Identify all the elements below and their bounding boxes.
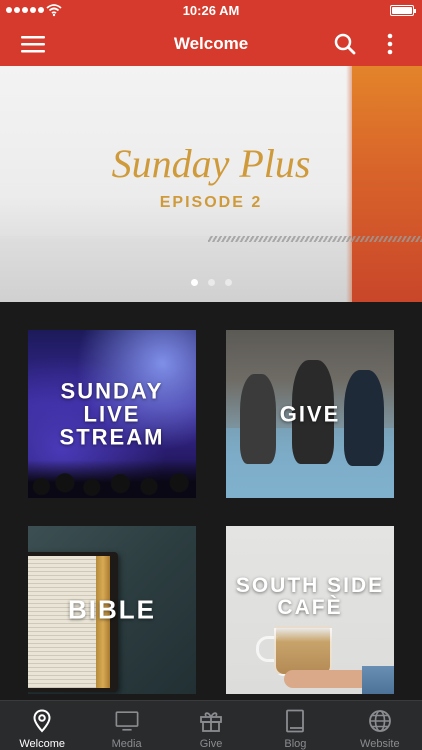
gift-icon <box>199 709 223 733</box>
coffee-mug-image <box>274 626 332 676</box>
carousel-dot-1[interactable] <box>190 279 198 286</box>
location-pin-icon <box>30 709 54 733</box>
tab-label: Website <box>360 738 400 750</box>
tile-label: SOUTH SIDE CAFÈ <box>235 573 385 619</box>
sleeve-image <box>362 666 394 694</box>
search-button[interactable] <box>330 30 360 58</box>
hero-hatch-pattern <box>208 236 422 242</box>
tab-blog[interactable]: Blog <box>253 701 337 750</box>
globe-icon <box>368 709 392 733</box>
hero-carousel[interactable]: Sunday Plus EPISODE 2 <box>0 66 422 302</box>
tab-label: Give <box>199 738 223 750</box>
status-time: 10:26 AM <box>182 3 240 18</box>
hero-title: Sunday Plus <box>111 141 311 186</box>
hero-accent-panel <box>352 66 422 302</box>
tab-website[interactable]: Website <box>338 701 422 750</box>
crowd-silhouette <box>28 460 196 498</box>
tab-welcome[interactable]: Welcome <box>0 701 84 750</box>
tab-media[interactable]: Media <box>84 701 168 750</box>
more-vertical-icon <box>387 33 393 55</box>
nav-bar: Welcome <box>0 22 422 66</box>
tab-give[interactable]: Give <box>169 701 253 750</box>
carousel-dot-2[interactable] <box>207 279 215 286</box>
book-icon <box>283 709 307 733</box>
search-icon <box>334 33 356 55</box>
tile-bible[interactable]: BIBLE <box>28 526 196 694</box>
battery-icon <box>390 5 416 16</box>
monitor-icon <box>115 709 139 733</box>
tile-south-side-cafe[interactable]: SOUTH SIDE CAFÈ <box>226 526 394 694</box>
tile-label: GIVE <box>279 401 341 427</box>
tab-bar: Welcome Media Give Blog Website <box>0 700 422 750</box>
tab-label: Welcome <box>19 738 66 750</box>
tab-label: Media <box>111 738 142 750</box>
more-options-button[interactable] <box>375 30 405 58</box>
carousel-page-indicator <box>0 279 422 286</box>
hero-subtitle: EPISODE 2 <box>159 194 263 211</box>
status-bar: 10:26 AM <box>0 0 422 22</box>
tab-label: Blog <box>284 738 307 750</box>
tile-give[interactable]: GIVE <box>226 330 394 498</box>
tile-label: BIBLE <box>68 594 156 625</box>
hero-background <box>0 236 360 302</box>
carousel-dot-3[interactable] <box>224 279 232 286</box>
tile-label: SUNDAY LIVE STREAM <box>59 378 165 450</box>
tile-sunday-live-stream[interactable]: SUNDAY LIVE STREAM <box>28 330 196 498</box>
